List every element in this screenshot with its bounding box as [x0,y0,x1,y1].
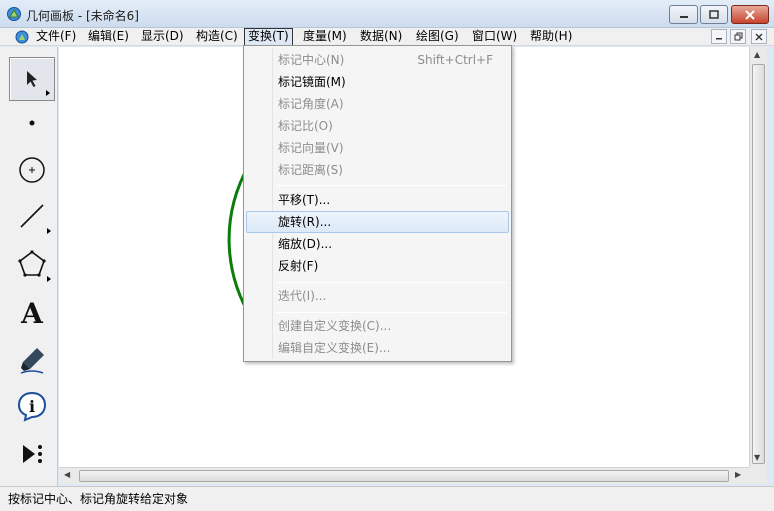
scroll-corner [749,467,767,484]
menu-item-mark-center[interactable]: 标记中心(N) Shift+Ctrl+F [246,49,509,71]
restore-icon [734,32,742,41]
menu-item-dilate[interactable]: 缩放(D)... [246,233,509,255]
close-icon [745,9,755,20]
menu-window[interactable]: 窗口(W) [469,28,520,46]
point-tool[interactable] [9,101,55,145]
menu-item-edit-custom-transform[interactable]: 编辑自定义变换(E)... [246,337,509,359]
menu-item-translate[interactable]: 平移(T)... [246,189,509,211]
status-bar: 按标记中心、标记角旋转给定对象 [0,486,774,511]
arrow-tool[interactable] [9,57,55,101]
menu-item-label: 旋转(R)... [278,215,332,229]
menu-bar: 文件(F) 编辑(E) 显示(D) 构造(C) 变换(T) 度量(M) 数据(N… [0,28,774,46]
close-button[interactable] [731,5,769,24]
submenu-indicator [46,90,50,96]
close-icon [755,33,763,40]
circle-icon [19,157,45,183]
menu-item-mark-angle[interactable]: 标记角度(A) [246,93,509,115]
menu-item-iterate[interactable]: 迭代(I)... [246,285,509,307]
mdi-restore-button[interactable] [730,29,746,44]
menu-item-label: 标记距离(S) [278,163,343,177]
submenu-indicator [47,228,51,234]
menu-help[interactable]: 帮助(H) [527,28,575,46]
menu-item-label: 反射(F) [278,259,319,273]
window-title: 几何画板 - [未命名6] [26,9,139,23]
arrow-icon [27,71,37,87]
menu-item-shortcut: Shift+Ctrl+F [417,53,493,67]
play-icon [23,445,42,463]
menu-separator [276,312,507,313]
vertical-scrollbar[interactable]: ▲ ▼ [749,47,767,467]
compass-tool[interactable] [9,148,55,192]
menu-separator [276,282,507,283]
menu-item-label: 平移(T)... [278,193,331,207]
polygon-tool[interactable] [9,242,55,286]
title-bar: 几何画板 - [未命名6] [0,0,774,28]
menu-item-label: 标记中心(N) [278,53,345,67]
submenu-indicator [47,276,51,282]
menu-item-mark-vector[interactable]: 标记向量(V) [246,137,509,159]
status-text: 按标记中心、标记角旋转给定对象 [8,492,189,506]
toolbox: A i [0,47,58,487]
menu-item-mark-mirror[interactable]: 标记镜面(M) [246,71,509,93]
menu-data[interactable]: 数据(N) [357,28,405,46]
menu-item-label: 缩放(D)... [278,237,333,251]
menu-item-create-custom-transform[interactable]: 创建自定义变换(C)... [246,315,509,337]
maximize-button[interactable] [700,5,728,24]
menu-construct[interactable]: 构造(C) [193,28,241,46]
mdi-minimize-button[interactable] [711,29,727,44]
marker-icon [20,348,44,374]
menu-item-label: 标记镜面(M) [278,75,346,89]
menu-item-reflect[interactable]: 反射(F) [246,255,509,277]
transform-menu-dropdown: 标记中心(N) Shift+Ctrl+F 标记镜面(M) 标记角度(A) 标记比… [243,45,512,362]
menu-edit[interactable]: 编辑(E) [85,28,132,46]
straightedge-tool[interactable] [9,194,55,238]
polygon-icon [18,250,46,277]
menu-file[interactable]: 文件(F) [33,28,79,46]
custom-tool[interactable] [9,432,55,476]
scroll-left-icon[interactable]: ◀ [64,470,70,479]
menu-measure[interactable]: 度量(M) [300,28,350,46]
menu-item-label: 标记比(O) [278,119,333,133]
mdi-close-button[interactable] [751,29,767,44]
menu-item-label: 编辑自定义变换(E)... [278,341,391,355]
menu-item-label: 标记角度(A) [278,97,344,111]
minimize-button[interactable] [669,5,698,24]
scroll-down-icon[interactable]: ▼ [754,453,760,462]
menu-item-mark-ratio[interactable]: 标记比(O) [246,115,509,137]
vertical-scroll-thumb[interactable] [752,64,765,464]
menu-separator [276,185,507,186]
horizontal-scroll-thumb[interactable] [79,470,729,482]
scroll-up-icon[interactable]: ▲ [754,50,760,59]
info-icon: i [17,391,47,422]
menu-item-rotate[interactable]: 旋转(R)... [246,211,509,233]
marker-tool[interactable] [9,338,55,382]
information-tool[interactable]: i [9,384,55,428]
text-icon: A [21,296,43,330]
document-icon[interactable] [14,29,30,45]
minimize-icon [679,15,688,18]
scroll-right-icon[interactable]: ▶ [735,470,741,479]
minimize-icon [716,37,722,39]
menu-item-mark-distance[interactable]: 标记距离(S) [246,159,509,181]
text-tool[interactable]: A [9,291,55,335]
menu-item-label: 迭代(I)... [278,289,327,303]
segment-icon [20,204,44,228]
menu-item-label: 标记向量(V) [278,141,344,155]
menu-transform[interactable]: 变换(T) [244,28,293,46]
point-icon [29,120,35,126]
info-glyph: i [29,397,35,416]
app-icon [7,7,21,21]
menu-graph[interactable]: 绘图(G) [413,28,462,46]
horizontal-scrollbar[interactable]: ◀ ▶ [59,467,749,484]
menu-display[interactable]: 显示(D) [138,28,187,46]
restore-icon [709,10,719,19]
menu-item-label: 创建自定义变换(C)... [278,319,392,333]
